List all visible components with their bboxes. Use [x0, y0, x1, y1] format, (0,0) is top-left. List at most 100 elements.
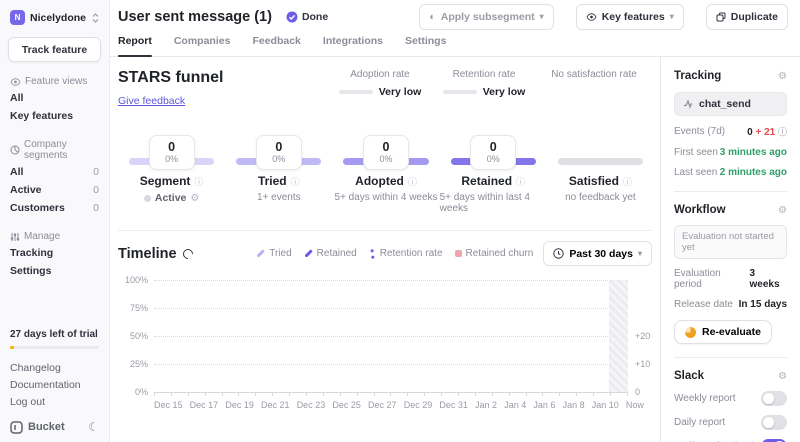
stars-funnel: 0 0% Segment ⓘ Active ⚙ 0 0% Tried ⓘ 1+ …	[118, 135, 654, 214]
satisfaction-rate: No satisfaction rate	[551, 69, 637, 80]
key-features-button[interactable]: Key features ▾	[575, 3, 684, 30]
legend-retained[interactable]: Retained	[304, 248, 357, 259]
first-seen-row: First seen 3 minutes ago	[674, 147, 787, 158]
future-hatched-band	[609, 280, 628, 392]
workspace-name: Nicelydone Tes...	[30, 11, 87, 24]
stage-value-card: 0 0%	[255, 135, 302, 170]
plot-area	[154, 280, 628, 393]
chevron-updown-icon	[92, 12, 99, 23]
line-swatch	[304, 249, 313, 258]
retention-rate-bar	[442, 90, 477, 94]
dark-mode-toggle-moon-icon[interactable]: ☾	[88, 420, 99, 434]
eye-icon	[586, 12, 597, 21]
contrast-icon: ◐	[429, 10, 436, 23]
legend-retained-churn[interactable]: Retained churn	[454, 248, 533, 259]
sidebar-item-segment-all[interactable]: All 0	[8, 163, 101, 181]
square-swatch	[454, 250, 462, 257]
workspace-avatar: N	[10, 10, 25, 25]
panel-divider	[674, 357, 787, 358]
weekly-report-toggle[interactable]	[761, 391, 787, 406]
done-check-icon	[286, 11, 298, 23]
info-icon[interactable]: ⓘ	[291, 175, 300, 188]
documentation-link[interactable]: Documentation	[8, 376, 101, 393]
tab-settings[interactable]: Settings	[405, 33, 446, 56]
company-segments-section-title: Company segments	[10, 139, 99, 161]
eye-icon	[10, 77, 21, 86]
stage-value-card: 0 0%	[148, 135, 195, 170]
logout-link[interactable]: Log out	[8, 393, 101, 410]
sidebar-item-all-features[interactable]: All	[8, 89, 101, 107]
apply-subsegment-button[interactable]: ◐ Apply subsegment ▾	[419, 3, 554, 30]
brand-name: Bucket	[28, 421, 65, 433]
tab-feedback[interactable]: Feedback	[252, 33, 300, 56]
daily-report-toggle[interactable]	[761, 415, 787, 430]
track-feature-button[interactable]: Track feature	[8, 37, 101, 62]
tab-companies[interactable]: Companies	[174, 33, 231, 56]
sidebar-item-key-features[interactable]: Key features	[8, 107, 101, 125]
chart-legend: Tried Retained Retention rate Retained c…	[256, 248, 533, 259]
funnel-stage-segment[interactable]: 0 0% Segment ⓘ Active ⚙	[118, 135, 225, 214]
stage-bar	[557, 158, 644, 165]
adoption-rate-bar	[338, 90, 373, 94]
rate-summary: Adoption rate Very low Retention rate Ve…	[328, 69, 654, 98]
tab-report[interactable]: Report	[118, 33, 152, 57]
clock-icon	[553, 248, 565, 259]
copy-icon	[716, 12, 726, 22]
right-panel: Tracking ⚙ chat_send Events (7d) 0 + 21 …	[660, 57, 800, 442]
panel-divider	[674, 191, 787, 192]
evaluation-period-row: Evaluation period 3 weeks	[674, 268, 780, 290]
feature-views-section-title: Feature views	[10, 76, 99, 87]
funnel-stage-retained[interactable]: 0 0% Retained ⓘ 5+ days within last 4 wee…	[440, 135, 547, 214]
status-badge[interactable]: Done	[286, 11, 328, 23]
left-sidebar: N Nicelydone Tes... Track feature Featur…	[0, 0, 110, 442]
workspace-switcher[interactable]: N Nicelydone Tes...	[8, 10, 101, 25]
gear-icon[interactable]: ⚙	[778, 205, 787, 216]
info-icon[interactable]: ⓘ	[516, 175, 525, 188]
duplicate-button[interactable]: Duplicate	[705, 3, 788, 30]
funnel-title: STARS funnel	[118, 69, 224, 86]
pie-chart-icon	[10, 145, 20, 155]
page-title: User sent message (1)	[118, 8, 272, 25]
re-evaluate-button[interactable]: Re-evaluate	[674, 320, 772, 344]
sidebar-item-settings[interactable]: Settings	[8, 262, 101, 280]
funnel-stage-tried[interactable]: 0 0% Tried ⓘ 1+ events	[225, 135, 332, 214]
workflow-section-title: Workflow	[674, 204, 726, 216]
info-icon[interactable]: ⓘ	[194, 175, 203, 188]
chevron-down-icon: ▾	[637, 249, 642, 258]
gear-icon[interactable]: ⚙	[778, 71, 787, 82]
report-tabs: Report Companies Feedback Integrations S…	[110, 33, 800, 57]
give-feedback-link[interactable]: Give feedback	[118, 95, 185, 107]
stage-value-card: 0 0%	[470, 135, 517, 170]
info-icon[interactable]: ⓘ	[408, 175, 417, 188]
manage-section-title: Manage	[10, 231, 99, 242]
funnel-stage-satisfied[interactable]: 00% Satisfiedⓘ no feedback yet	[547, 135, 654, 214]
event-chip[interactable]: chat_send	[674, 92, 787, 116]
sidebar-item-segment-customers[interactable]: Customers 0	[8, 199, 101, 217]
sidebar-item-segment-active[interactable]: Active 0	[8, 181, 101, 199]
y-axis-left: 100% 75% 50% 25% 0%	[124, 275, 148, 397]
gear-icon[interactable]: ⚙	[190, 193, 199, 204]
info-icon[interactable]: ⓘ	[778, 127, 787, 137]
sidebar-item-tracking[interactable]: Tracking	[8, 244, 101, 262]
trial-days-left: 27 days left of trial	[10, 329, 98, 340]
legend-retention-rate[interactable]: Retention rate	[369, 248, 443, 259]
segment-status-dot	[143, 194, 151, 202]
weekly-report-row: Weekly report	[674, 391, 787, 406]
stage-value-card: 0 0%	[363, 135, 409, 170]
changelog-link[interactable]: Changelog	[8, 359, 101, 376]
chevron-down-icon: ▾	[669, 12, 674, 21]
section-divider	[118, 230, 652, 231]
report-content: STARS funnel Give feedback Adoption rate…	[110, 57, 660, 442]
app-root: N Nicelydone Tes... Track feature Featur…	[0, 0, 800, 442]
evaluation-status-pill: Evaluation not started yet	[674, 225, 787, 259]
dotted-line-swatch	[367, 248, 378, 259]
slack-section-title: Slack	[674, 370, 705, 382]
tab-integrations[interactable]: Integrations	[323, 33, 383, 56]
legend-tried[interactable]: Tried	[256, 248, 292, 259]
funnel-stage-adopted[interactable]: 0 0% Adopted ⓘ 5+ days within 4 weeks	[332, 135, 439, 214]
info-icon[interactable]: ⓘ	[623, 175, 632, 188]
x-axis-labels: Dec 15 Dec 17 Dec 19 Dec 21 Dec 23 Dec 2…	[154, 400, 644, 410]
tracking-section-title: Tracking	[674, 70, 722, 82]
gear-icon[interactable]: ⚙	[778, 371, 787, 382]
date-range-dropdown[interactable]: Past 30 days ▾	[543, 241, 652, 266]
